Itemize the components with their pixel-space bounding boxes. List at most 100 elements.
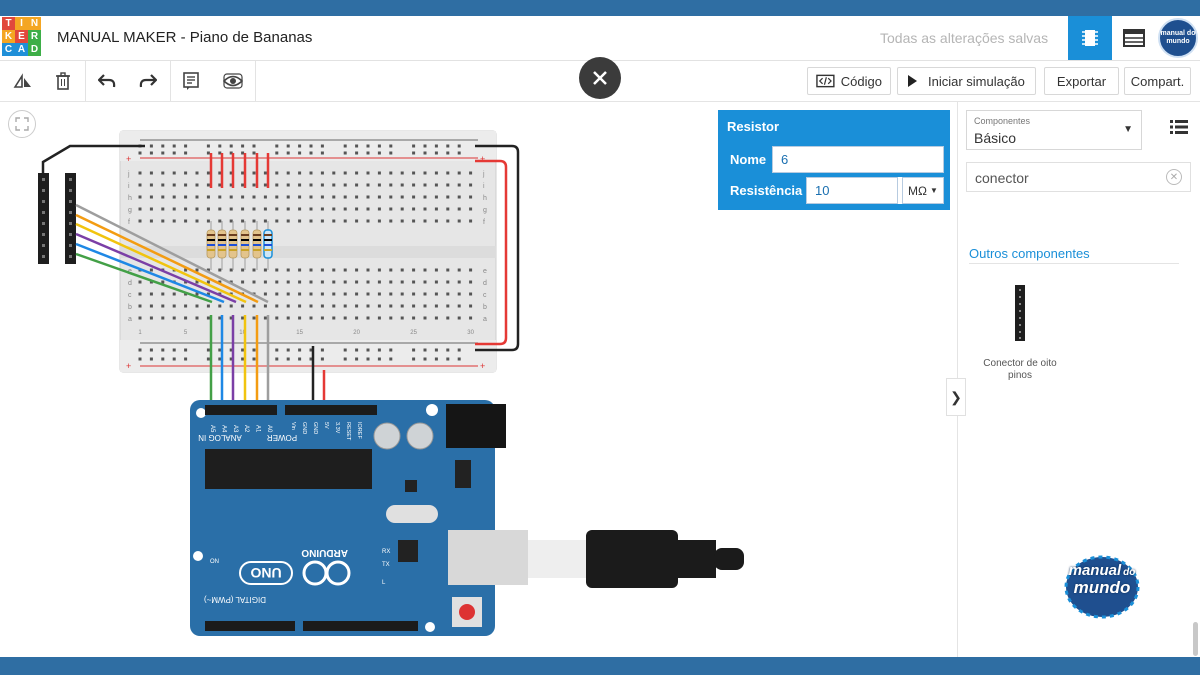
breadboard-hole[interactable] xyxy=(263,280,267,284)
breadboard-hole[interactable] xyxy=(400,292,404,296)
breadboard-hole[interactable] xyxy=(366,207,370,211)
rail-hole[interactable] xyxy=(457,151,461,155)
breadboard-hole[interactable] xyxy=(298,171,302,175)
breadboard-hole[interactable] xyxy=(286,280,290,284)
breadboard-hole[interactable] xyxy=(275,171,279,175)
rail-hole[interactable] xyxy=(206,357,210,361)
breadboard-hole[interactable] xyxy=(161,207,165,211)
breadboard-hole[interactable] xyxy=(206,171,210,175)
breadboard-hole[interactable] xyxy=(457,316,461,320)
breadboard-hole[interactable] xyxy=(252,304,256,308)
breadboard-hole[interactable] xyxy=(469,268,473,272)
breadboard-hole[interactable] xyxy=(184,304,188,308)
rail-hole[interactable] xyxy=(309,144,313,148)
breadboard-hole[interactable] xyxy=(457,280,461,284)
breadboard-hole[interactable] xyxy=(298,219,302,223)
breadboard-hole[interactable] xyxy=(149,316,153,320)
breadboard-hole[interactable] xyxy=(332,292,336,296)
breadboard-hole[interactable] xyxy=(195,207,199,211)
delete-button[interactable] xyxy=(44,61,82,101)
breadboard-hole[interactable] xyxy=(149,304,153,308)
breadboard-hole[interactable] xyxy=(446,316,450,320)
rail-hole[interactable] xyxy=(172,348,176,352)
rail-hole[interactable] xyxy=(149,151,153,155)
rail-hole[interactable] xyxy=(241,144,245,148)
breadboard-hole[interactable] xyxy=(412,316,416,320)
breadboard-hole[interactable] xyxy=(355,292,359,296)
breadboard-hole[interactable] xyxy=(469,171,473,175)
breadboard-hole[interactable] xyxy=(275,292,279,296)
breadboard-hole[interactable] xyxy=(149,219,153,223)
breadboard-hole[interactable] xyxy=(366,171,370,175)
breadboard-hole[interactable] xyxy=(206,183,210,187)
breadboard-hole[interactable] xyxy=(309,183,313,187)
breadboard-hole[interactable] xyxy=(229,219,233,223)
breadboard-hole[interactable] xyxy=(423,304,427,308)
breadboard-hole[interactable] xyxy=(377,171,381,175)
rail-hole[interactable] xyxy=(149,357,153,361)
breadboard-hole[interactable] xyxy=(434,171,438,175)
breadboard-hole[interactable] xyxy=(343,268,347,272)
breadboard-hole[interactable] xyxy=(229,195,233,199)
eight-pin-connector[interactable] xyxy=(38,173,49,264)
rail-hole[interactable] xyxy=(355,357,359,361)
rail-hole[interactable] xyxy=(457,357,461,361)
breadboard-hole[interactable] xyxy=(241,219,245,223)
breadboard-hole[interactable] xyxy=(286,292,290,296)
breadboard-hole[interactable] xyxy=(366,268,370,272)
breadboard-hole[interactable] xyxy=(332,316,336,320)
breadboard-hole[interactable] xyxy=(320,316,324,320)
breadboard-hole[interactable] xyxy=(332,171,336,175)
breadboard-hole[interactable] xyxy=(218,207,222,211)
breadboard-hole[interactable] xyxy=(172,304,176,308)
rail-hole[interactable] xyxy=(286,144,290,148)
breadboard-hole[interactable] xyxy=(138,207,142,211)
breadboard-hole[interactable] xyxy=(412,195,416,199)
breadboard-hole[interactable] xyxy=(275,280,279,284)
breadboard-hole[interactable] xyxy=(412,268,416,272)
sidebar-scrollbar[interactable] xyxy=(1193,622,1198,656)
rail-hole[interactable] xyxy=(446,357,450,361)
breadboard-hole[interactable] xyxy=(400,207,404,211)
rail-hole[interactable] xyxy=(218,144,222,148)
breadboard-hole[interactable] xyxy=(457,195,461,199)
breadboard-hole[interactable] xyxy=(377,183,381,187)
breadboard-hole[interactable] xyxy=(423,171,427,175)
breadboard-hole[interactable] xyxy=(400,171,404,175)
breadboard-hole[interactable] xyxy=(218,219,222,223)
breadboard-hole[interactable] xyxy=(149,183,153,187)
breadboard-hole[interactable] xyxy=(161,219,165,223)
breadboard-hole[interactable] xyxy=(298,316,302,320)
breadboard-hole[interactable] xyxy=(172,171,176,175)
breadboard-hole[interactable] xyxy=(343,292,347,296)
rail-hole[interactable] xyxy=(149,348,153,352)
breadboard-hole[interactable] xyxy=(389,219,393,223)
breadboard-hole[interactable] xyxy=(149,171,153,175)
breadboard-hole[interactable] xyxy=(469,292,473,296)
breadboard-hole[interactable] xyxy=(149,195,153,199)
eight-pin-connector[interactable] xyxy=(65,173,76,264)
undo-button[interactable] xyxy=(88,61,126,101)
rail-hole[interactable] xyxy=(434,144,438,148)
breadboard-hole[interactable] xyxy=(332,219,336,223)
rail-hole[interactable] xyxy=(434,348,438,352)
breadboard-hole[interactable] xyxy=(332,195,336,199)
rail-hole[interactable] xyxy=(252,151,256,155)
breadboard-hole[interactable] xyxy=(469,316,473,320)
breadboard-hole[interactable] xyxy=(355,207,359,211)
breadboard-hole[interactable] xyxy=(469,183,473,187)
visibility-button[interactable] xyxy=(214,61,252,101)
breadboard-hole[interactable] xyxy=(434,268,438,272)
breadboard-hole[interactable] xyxy=(275,195,279,199)
breadboard-hole[interactable] xyxy=(400,304,404,308)
rail-hole[interactable] xyxy=(377,348,381,352)
rail-hole[interactable] xyxy=(412,151,416,155)
breadboard-hole[interactable] xyxy=(446,195,450,199)
breadboard-hole[interactable] xyxy=(366,292,370,296)
breadboard-hole[interactable] xyxy=(366,280,370,284)
breadboard-hole[interactable] xyxy=(320,268,324,272)
rail-hole[interactable] xyxy=(446,348,450,352)
breadboard-hole[interactable] xyxy=(355,280,359,284)
breadboard-hole[interactable] xyxy=(366,219,370,223)
breadboard-hole[interactable] xyxy=(263,171,267,175)
